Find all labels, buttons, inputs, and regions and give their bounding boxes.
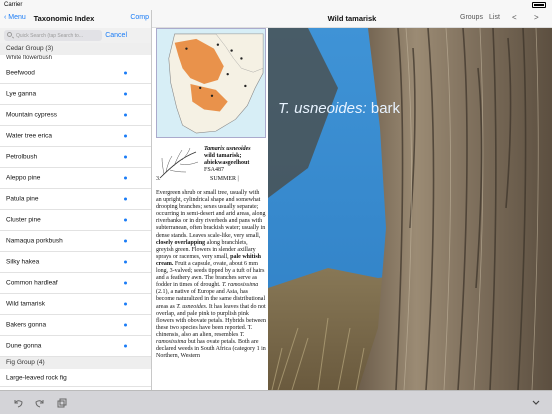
list-item[interactable]: Patula pine (0, 189, 151, 210)
compare-button[interactable]: Comp (130, 14, 149, 21)
photo-caption: T. usneoides: bark (278, 100, 400, 117)
list-item-label: Bakers gonna (6, 321, 47, 329)
carrier-label: Carrier (4, 2, 23, 8)
groups-button[interactable]: Groups (460, 14, 483, 21)
list-item[interactable]: Bakers gonna (0, 315, 151, 336)
search-cancel-button[interactable]: Cancel (105, 32, 127, 39)
season: SUMMER | (210, 176, 239, 182)
list-item-partial[interactable]: White flowerbush (0, 55, 151, 63)
bark-image (268, 28, 552, 390)
search-input[interactable]: Quick Search (tap Search to... (4, 30, 102, 41)
list-item[interactable]: Dune gonna (0, 336, 151, 357)
list-item-label: Large-leaved rock fig (6, 374, 67, 381)
bookmark-dot-icon (124, 155, 127, 159)
plant-illustration (159, 147, 199, 179)
species-entry: Tamarix usneoides wild tamarisk; abiekwa… (156, 146, 266, 360)
list-item-label: Beefwood (6, 69, 35, 77)
list-item[interactable]: Cluster pine (0, 210, 151, 231)
group-header-cedar: Cedar Group (3) (0, 43, 151, 55)
search-bar: Quick Search (tap Search to... Cancel (0, 28, 151, 43)
list-item-label: Mountain cypress (6, 111, 57, 119)
bookmark-dot-icon (124, 71, 127, 75)
list-item-label: Namaqua porkbush (6, 237, 63, 245)
list-item[interactable]: Common hardleaf (0, 273, 151, 294)
index-pane: ‹ Menu Taxonomic Index Comp Quick Search… (0, 10, 152, 390)
list-item-label: Aleppo pine (6, 174, 41, 182)
bookmark-dot-icon (124, 218, 127, 222)
next-button[interactable]: > (534, 13, 539, 22)
list-item-label: Common hardleaf (6, 279, 58, 287)
search-placeholder: Quick Search (tap Search to... (16, 33, 83, 39)
list-item[interactable]: Mountain cypress (0, 105, 151, 126)
caption-part: bark (370, 100, 401, 117)
bookmark-dot-icon (124, 197, 127, 201)
scientific-name: Tamarix usneoides (204, 146, 251, 152)
list-item-label: Silky hakea (6, 258, 40, 266)
fsa-code: FSA487 (204, 167, 225, 174)
species-list: Cedar Group (3) White flowerbush Beefwoo… (0, 43, 151, 387)
bookmark-dot-icon (124, 260, 127, 264)
bookmark-dot-icon (124, 92, 127, 96)
common-names: wild tamarisk; abiekwasgeelhout (204, 153, 250, 167)
index-title: Taxonomic Index (33, 14, 95, 23)
undo-icon[interactable] (12, 397, 24, 409)
distribution-map (156, 28, 266, 138)
list-item-label: Dune gonna (6, 342, 42, 350)
bookmark-dot-icon (124, 113, 127, 117)
description-italic-1: T. ramosissima (222, 282, 259, 289)
description-1: Evergreen shrub or small tree, usually w… (156, 190, 266, 239)
description-italic-2: T. usneoides. (176, 303, 208, 310)
list-button[interactable]: List (489, 14, 500, 21)
bookmark-dot-icon (124, 281, 127, 285)
battery-icon (532, 2, 546, 8)
species-text-column: Tamarix usneoides wild tamarisk; abiekwa… (152, 28, 268, 390)
list-item[interactable]: Wild tamarisk (0, 294, 151, 315)
detail-navbar: Wild tamarisk Groups List < > (152, 10, 552, 28)
index-navbar: ‹ Menu Taxonomic Index Comp (0, 10, 151, 28)
bookmark-dot-icon (124, 323, 127, 327)
list-item[interactable]: Beefwood (0, 63, 151, 84)
list-item[interactable]: Large-leaved rock fig (0, 369, 151, 387)
bottom-toolbar (0, 390, 552, 414)
list-item-label: Lye ganna (6, 90, 37, 98)
search-icon (7, 32, 12, 37)
list-item[interactable]: Aleppo pine (0, 168, 151, 189)
bookmark-dot-icon (124, 302, 127, 306)
list-item-label: Water tree erica (6, 132, 52, 140)
list-item[interactable]: Lye ganna (0, 84, 151, 105)
list-item-label: Petrolbush (6, 153, 38, 161)
bookmark-dot-icon (124, 239, 127, 243)
status-bar: Carrier (0, 0, 552, 10)
bookmark-dot-icon (124, 344, 127, 348)
list-item-label: Wild tamarisk (6, 300, 46, 308)
caption-species: T. usneoides: (278, 100, 367, 117)
list-item[interactable]: Water tree erica (0, 126, 151, 147)
list-item-label: Patula pine (6, 195, 39, 203)
copy-icon[interactable] (56, 397, 68, 409)
list-item[interactable]: Namaqua porkbush (0, 231, 151, 252)
description-bold-1: closely overlapping (156, 239, 206, 246)
bookmark-dot-icon (124, 134, 127, 138)
group-header-fig: Fig Group (4) (0, 357, 151, 369)
bookmark-dot-icon (124, 176, 127, 180)
previous-button[interactable]: < (512, 13, 517, 22)
list-item[interactable]: Silky hakea (0, 252, 151, 273)
detail-pane: Wild tamarisk Groups List < > Tamarix us… (152, 10, 552, 390)
redo-icon[interactable] (34, 397, 46, 409)
list-item-label: Cluster pine (6, 216, 41, 224)
list-item[interactable]: Petrolbush (0, 147, 151, 168)
entry-header: Tamarix usneoides wild tamarisk; abiekwa… (156, 146, 266, 190)
entry-number: 3. (156, 176, 161, 182)
bark-photo[interactable]: T. usneoides: bark (268, 28, 552, 390)
chevron-down-icon[interactable] (530, 397, 542, 409)
entry-names: Tamarix usneoides wild tamarisk; abiekwa… (204, 146, 266, 174)
